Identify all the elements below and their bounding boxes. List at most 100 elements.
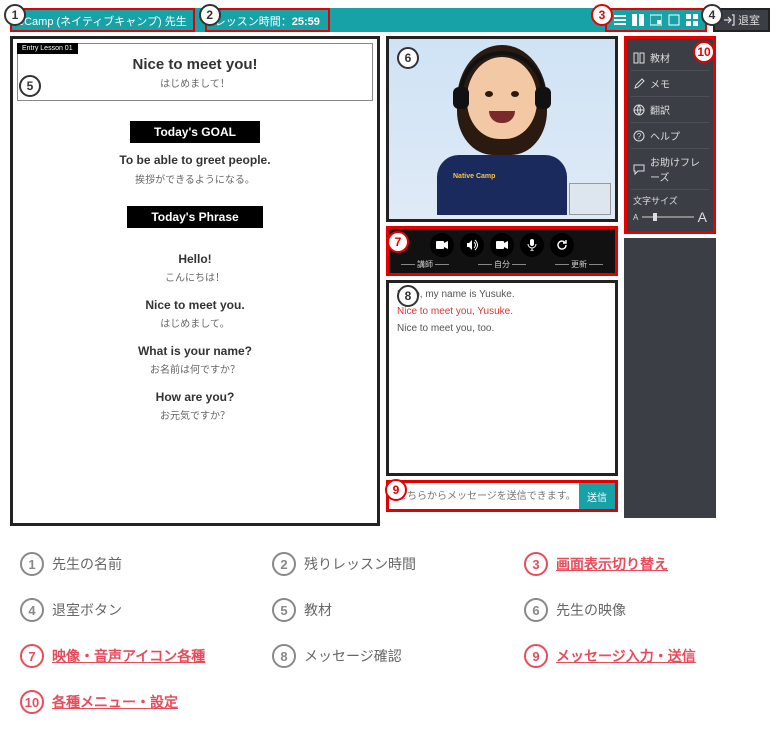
- phrase-item: How are you? お元気ですか？: [17, 390, 373, 422]
- legend-text: 画面表示切り替え: [556, 554, 668, 574]
- marker-4: 4: [701, 4, 723, 26]
- legend-text: 映像・音声アイコン各種: [52, 646, 205, 666]
- header-bar: eCamp (ネイティブキャンプ) 先生 1 レッスン時間：25:59 2 3 …: [10, 8, 770, 32]
- header-left: eCamp (ネイティブキャンプ) 先生 1 レッスン時間：25:59 2: [10, 8, 330, 32]
- label-instructor: 講師: [399, 259, 451, 270]
- legend-item[interactable]: 9メッセージ入力・送信: [524, 644, 760, 668]
- side-item-memo[interactable]: メモ: [631, 71, 709, 97]
- app-root: eCamp (ネイティブキャンプ) 先生 1 レッスン時間：25:59 2 3 …: [10, 8, 770, 526]
- label-self: 自分: [476, 259, 528, 270]
- textsize-max-icon: A: [698, 209, 707, 225]
- entry-tag: Entry Lesson 01: [17, 43, 78, 54]
- layout-grid-icon[interactable]: [685, 13, 699, 27]
- legend-text: 残りレッスン時間: [304, 554, 416, 574]
- legend-item[interactable]: 10各種メニュー・設定: [20, 690, 256, 714]
- chat-input[interactable]: [389, 483, 579, 509]
- chat-log-panel: 8 Hello, my name is Yusuke. Nice to meet…: [386, 280, 618, 476]
- textsize-slider[interactable]: A A: [633, 209, 707, 225]
- textsize-label: 文字サイズ: [633, 194, 707, 207]
- layout-list-icon[interactable]: [613, 13, 627, 27]
- phrase-jp: お元気ですか？: [17, 407, 373, 422]
- goal-en: To be able to greet people.: [17, 153, 373, 167]
- phrase-jp: お名前は何ですか？: [17, 361, 373, 376]
- phrase-item: Hello! こんにちは！: [17, 252, 373, 284]
- legend-text: メッセージ入力・送信: [556, 646, 696, 666]
- marker-3: 3: [591, 4, 613, 26]
- marker-8: 8: [397, 285, 419, 307]
- label-refresh: 更新: [553, 259, 605, 270]
- lesson-timer-chip: レッスン時間：25:59 2: [205, 8, 330, 32]
- col-video-chat: 6 Native Camp 7: [386, 36, 618, 526]
- layout-split-icon[interactable]: [631, 13, 645, 27]
- exit-button[interactable]: 退室 4: [713, 8, 770, 32]
- side-label: 翻訳: [650, 102, 670, 117]
- textsize-min-icon: A: [633, 213, 638, 222]
- marker-5: 5: [19, 75, 41, 97]
- exit-icon: [723, 14, 735, 26]
- main-split: 5 Entry Lesson 01 Nice to meet you! はじめま…: [10, 36, 770, 526]
- side-label: メモ: [650, 76, 670, 91]
- goal-band: Today's GOAL: [130, 121, 260, 143]
- textsize-row: 文字サイズ A A: [631, 190, 709, 225]
- instructor-audio-button[interactable]: [460, 233, 484, 257]
- side-item-phrases[interactable]: お助けフレーズ: [631, 149, 709, 190]
- teacher-name: eCamp (ネイティブキャンプ) 先生: [18, 16, 187, 28]
- layout-video-icon[interactable]: [649, 13, 663, 27]
- chat-message: Hello, my name is Yusuke.: [397, 289, 607, 300]
- legend-item: 1先生の名前: [20, 552, 256, 576]
- marker-10: 10: [693, 41, 715, 63]
- instructor-camera-button[interactable]: [430, 233, 454, 257]
- material-title-jp: はじめまして！: [22, 75, 368, 90]
- side-label: ヘルプ: [650, 128, 680, 143]
- side-label: お助けフレーズ: [650, 154, 707, 184]
- material-panel: 5 Entry Lesson 01 Nice to meet you! はじめま…: [10, 36, 380, 526]
- timer-label: レッスン時間：: [215, 16, 292, 28]
- side-menu: 10 教材 メモ 翻訳 ? ヘルプ: [624, 36, 716, 234]
- timer-value: 25:59: [292, 16, 320, 28]
- edit-icon: [633, 78, 645, 90]
- chat-icon: [633, 163, 645, 175]
- instructor-video: 6 Native Camp: [386, 36, 618, 222]
- help-icon: ?: [633, 130, 645, 142]
- refresh-button[interactable]: [550, 233, 574, 257]
- header-spacer: [330, 8, 605, 32]
- col-side: 10 教材 メモ 翻訳 ? ヘルプ: [624, 36, 716, 526]
- legend-text: 先生の名前: [52, 554, 122, 574]
- chat-input-panel: 9 送信: [386, 480, 618, 512]
- material-title-en: Nice to meet you!: [22, 56, 368, 73]
- globe-icon: [633, 104, 645, 116]
- legend-text: 先生の映像: [556, 600, 626, 620]
- media-controls: [393, 231, 611, 259]
- phrase-en: How are you?: [17, 390, 373, 404]
- material-body: Today's GOAL To be able to greet people.…: [17, 115, 373, 422]
- legend-item: 2残りレッスン時間: [272, 552, 508, 576]
- legend-text: メッセージ確認: [304, 646, 402, 666]
- side-filler: [624, 238, 716, 518]
- legend-item[interactable]: 7映像・音声アイコン各種: [20, 644, 256, 668]
- legend-item: 4退室ボタン: [20, 598, 256, 622]
- phrase-en: What is your name?: [17, 344, 373, 358]
- control-labels: 講師 自分 更新: [393, 259, 611, 271]
- legend-text: 各種メニュー・設定: [52, 692, 178, 712]
- marker-9: 9: [385, 479, 407, 501]
- layout-switch-group: 3: [605, 8, 707, 32]
- shirt-logo: Native Camp: [453, 173, 495, 180]
- svg-text:?: ?: [637, 132, 642, 141]
- side-item-translate[interactable]: 翻訳: [631, 97, 709, 123]
- layout-full-icon[interactable]: [667, 13, 681, 27]
- material-header: Entry Lesson 01 Nice to meet you! はじめまして…: [17, 43, 373, 101]
- self-camera-button[interactable]: [490, 233, 514, 257]
- send-button[interactable]: 送信: [579, 483, 615, 509]
- legend-item[interactable]: 3画面表示切り替え: [524, 552, 760, 576]
- self-mic-button[interactable]: [520, 233, 544, 257]
- side-item-help[interactable]: ? ヘルプ: [631, 123, 709, 149]
- legend-text: 退室ボタン: [52, 600, 122, 620]
- instructor-figure: Native Camp: [467, 57, 537, 139]
- col-material: 5 Entry Lesson 01 Nice to meet you! はじめま…: [10, 36, 380, 526]
- media-controls-panel: 7 講師 自分 更新: [386, 226, 618, 276]
- legend-item: 8メッセージ確認: [272, 644, 508, 668]
- self-video-pip[interactable]: [569, 183, 611, 215]
- goal-jp: 挨拶ができるようになる。: [17, 171, 373, 186]
- legend-item: 5教材: [272, 598, 508, 622]
- legend-item: 6先生の映像: [524, 598, 760, 622]
